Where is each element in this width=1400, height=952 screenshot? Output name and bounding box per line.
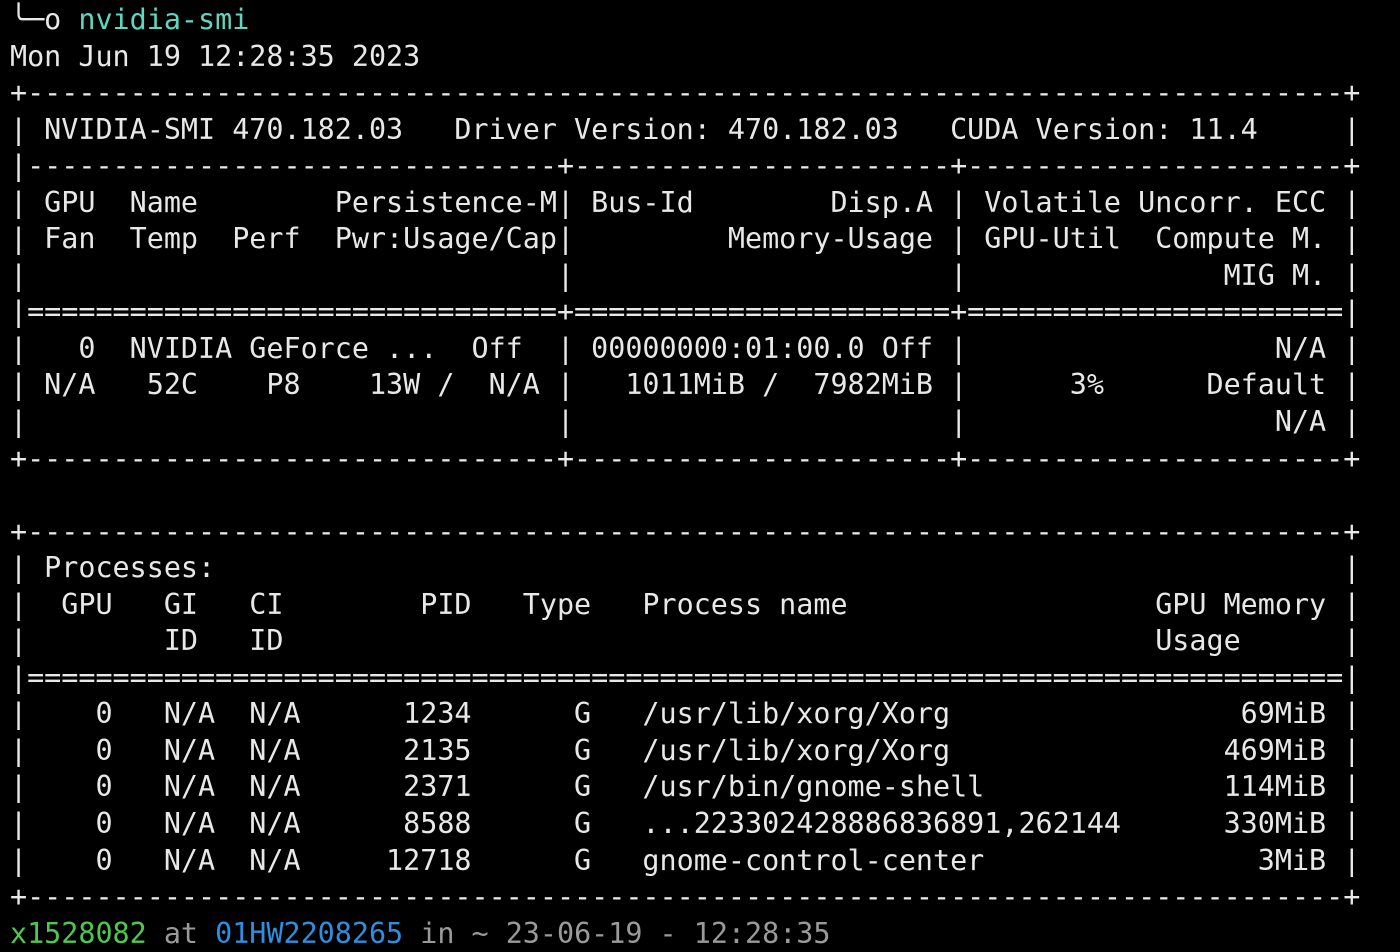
gpu-header-row-2: | Fan Temp Perf Pwr:Usage/Cap| Memory-Us… [10,222,1361,256]
gpu-row-3: | | | N/A | [10,405,1361,439]
next-prompt-line: x1528082 at 01HW2208265 in ~ 23-06-19 - … [10,916,1360,952]
gpu-header-row-3: | | | MIG M. | [10,258,1361,292]
prompt-at: at [146,916,216,950]
process-row: | 0 N/A N/A 2371 G /usr/bin/gnome-shell … [10,770,1361,804]
command-text: nvidia-smi [78,3,250,36]
process-row: | 0 N/A N/A 12718 G gnome-control-center… [10,843,1361,877]
processes-border-bottom: +---------------------------------------… [10,880,1361,914]
terminal-output: ╰─o nvidia-smi Mon Jun 19 12:28:35 2023 +-… [10,2,1360,952]
processes-border-top: +---------------------------------------… [10,514,1361,548]
table-border-bottom: +-------------------------------+-------… [10,441,1361,475]
gpu-row-2: | N/A 52C P8 13W / N/A | 1011MiB / 7982M… [10,368,1361,402]
gpu-header-separator: |===============================+=======… [10,295,1361,329]
process-row: | 0 N/A N/A 1234 G /usr/lib/xorg/Xorg 69… [10,697,1361,731]
command-line: ╰─o nvidia-smi [10,2,1360,39]
prompt-glyph: ╰─o [10,3,62,36]
gpu-header-row-1: | GPU Name Persistence-M| Bus-Id Disp.A … [10,185,1361,219]
processes-header-row-1: | GPU GI CI PID Type Process name GPU Me… [10,587,1361,621]
processes-header-separator: |=======================================… [10,660,1361,694]
table-divider: |-------------------------------+-------… [10,149,1361,183]
prompt-host: 01HW2208265 [215,916,404,950]
version-header-line: | NVIDIA-SMI 470.182.03 Driver Version: … [10,112,1361,146]
process-row: | 0 N/A N/A 8588 G ...223302428886836891… [10,807,1361,841]
processes-title: | Processes: | [10,551,1361,585]
table-border-top: +---------------------------------------… [10,76,1361,110]
gpu-row-1: | 0 NVIDIA GeForce ... Off | 00000000:01… [10,331,1361,365]
processes-header-row-2: | ID ID Usage | [10,624,1361,658]
timestamp-line: Mon Jun 19 12:28:35 2023 [10,39,421,73]
process-row: | 0 N/A N/A 2135 G /usr/lib/xorg/Xorg 46… [10,733,1361,767]
prompt-user: x1528082 [10,916,147,950]
prompt-rest: in ~ 23-06-19 - 12:28:35 [403,916,831,950]
